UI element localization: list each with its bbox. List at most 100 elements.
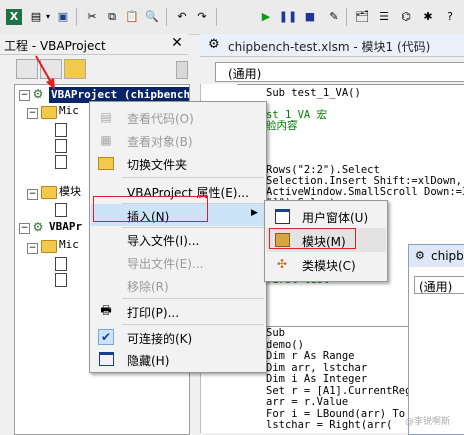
userform-icon <box>274 208 290 224</box>
object-combobox[interactable]: (通用) <box>215 62 464 82</box>
design-mode-icon[interactable]: ✎ <box>326 9 342 25</box>
sheet-icon <box>55 273 67 287</box>
project-panel-titlebar: 工程 - VBAProject <box>0 34 188 55</box>
context-menu: ▤ 查看代码(O) ▦ 查看对象(B) 切换文件夹 VBAProject 属性(… <box>89 101 267 373</box>
menu-item-view-code[interactable]: ▤ 查看代码(O) <box>91 106 265 128</box>
class-module-icon: ✣ <box>276 257 288 271</box>
view-object-icon: ▦ <box>100 133 112 147</box>
menu-separator <box>122 298 264 299</box>
project-panel-toolbar <box>0 55 188 83</box>
folder-icon <box>98 155 114 171</box>
toolbar-divider <box>166 8 167 26</box>
folder-icon <box>41 106 57 119</box>
object-browser-icon[interactable]: ⌬ <box>398 9 414 25</box>
cut-icon[interactable]: ✂ <box>84 9 100 25</box>
run-icon[interactable]: ▶ <box>258 9 274 25</box>
submenu-arrow-icon: ▶ <box>251 208 258 218</box>
object-combobox-value: (通用) <box>228 67 262 81</box>
menu-separator <box>122 177 264 178</box>
paste-icon[interactable]: 📋 <box>124 9 140 25</box>
reset-icon[interactable]: ■ <box>302 9 318 25</box>
chevron-down-icon[interactable]: ▾ <box>40 9 56 25</box>
submenu-item-class-module[interactable]: ✣ 类模块(C) <box>266 252 386 276</box>
menu-item-import-file[interactable]: 导入文件(I)... <box>91 228 265 250</box>
vba-project-icon: ⚙ <box>32 220 44 234</box>
menu-separator <box>122 324 264 325</box>
toolbar-divider <box>346 8 347 26</box>
break-icon[interactable]: ❚❚ <box>279 9 297 25</box>
print-icon: 🖶 <box>100 302 112 317</box>
project-panel-title: 工程 - VBAProject <box>4 39 106 53</box>
code-line[interactable]: Set r = [A1].CurrentReg <box>266 385 411 397</box>
collapse-toggle[interactable]: − <box>27 108 38 119</box>
save-icon[interactable]: ▣ <box>55 9 71 25</box>
check-icon: ✔ <box>98 329 114 345</box>
second-code-window[interactable] <box>408 244 464 435</box>
collapse-toggle[interactable]: − <box>27 243 38 254</box>
module-highlight-box <box>269 228 356 249</box>
menu-item-remove[interactable]: 移除(R) <box>91 274 265 296</box>
tree-node-modules[interactable]: 模块 <box>59 184 81 200</box>
view-code-icon: ▤ <box>100 110 112 124</box>
watermark-text: @李锐啊斯 <box>405 417 451 427</box>
standard-toolbar: X ▤ ▾ ▣ ✂ ⧉ 📋 🔍 ↶ ↷ ▶ ❚❚ ■ ✎ 🗂 ☰ ⌬ ✱ ? <box>0 0 464 35</box>
copy-icon[interactable]: ⧉ <box>104 9 120 25</box>
toolbar-divider <box>76 8 77 26</box>
code-line[interactable]: lstchar = Right(arr( <box>266 420 392 431</box>
folder-icon <box>41 186 57 199</box>
tree-node-microsoft-objects[interactable]: Mic <box>59 103 79 119</box>
second-object-combobox-value: (通用) <box>419 280 453 294</box>
menu-item-export-file[interactable]: 导出文件(E)... <box>91 251 265 273</box>
second-object-combobox[interactable]: (通用) <box>414 276 464 294</box>
menu-item-hide[interactable]: 隐藏(H) <box>91 348 265 370</box>
module-icon <box>55 203 67 217</box>
undo-icon[interactable]: ↶ <box>174 9 190 25</box>
code-window-title: chipbench-test.xlsm - 模块1 (代码) <box>228 40 431 54</box>
project-explorer-icon[interactable]: 🗂 <box>354 9 370 25</box>
sheet-icon <box>55 257 67 271</box>
code-line[interactable]: 验内容 <box>266 121 298 132</box>
toolbar-divider <box>216 8 217 26</box>
code-line[interactable]: Dim r As Range <box>266 351 355 362</box>
second-code-window-titlebar: ⚙ chipb <box>409 245 464 267</box>
vba-project-icon: ⚙ <box>32 87 44 101</box>
view-object-button[interactable] <box>40 59 62 79</box>
close-icon[interactable]: ✕ <box>170 36 184 50</box>
help-icon[interactable]: ? <box>442 9 458 25</box>
code-line[interactable]: arr = r.Value <box>266 397 348 408</box>
redo-icon[interactable]: ↷ <box>194 9 210 25</box>
code-line[interactable]: Dim i As Integer <box>266 374 367 385</box>
find-icon[interactable]: 🔍 <box>144 9 160 25</box>
second-code-window-title: chipb <box>431 249 464 263</box>
tree-node-vbaproject-2[interactable]: VBAPr <box>49 219 82 235</box>
toggle-folders-button[interactable] <box>64 59 86 79</box>
procedure-separator <box>237 84 464 85</box>
code-line[interactable]: Dim arr, lstchar <box>266 362 367 374</box>
code-line[interactable]: demo() <box>266 339 304 351</box>
code-window-icon: ⚙ <box>208 37 220 52</box>
toolbox-icon[interactable]: ✱ <box>420 9 436 25</box>
code-line[interactable]: Sub <box>266 328 285 339</box>
scroll-button[interactable] <box>176 61 188 79</box>
menu-item-view-object[interactable]: ▦ 查看对象(B) <box>91 129 265 151</box>
menu-item-dockable[interactable]: ✔ 可连接的(K) <box>91 326 265 348</box>
collapse-toggle[interactable]: − <box>27 189 38 200</box>
tree-node-microsoft-objects-2[interactable]: Mic <box>59 237 79 253</box>
collapse-toggle[interactable]: − <box>19 223 30 234</box>
code-line[interactable]: Sub test_1_VA() <box>266 88 361 99</box>
sheet-icon <box>55 155 67 169</box>
code-line[interactable]: For i = LBound(arr) To <box>266 408 405 420</box>
menu-item-print[interactable]: 🖶 打印(P)... <box>91 300 265 322</box>
hide-icon <box>98 351 114 367</box>
code-window-icon: ⚙ <box>415 249 425 262</box>
sheet-icon <box>55 139 67 153</box>
collapse-toggle[interactable]: − <box>19 90 30 101</box>
insert-highlight-box <box>93 196 208 222</box>
code-window-titlebar: ⚙ chipbench-test.xlsm - 模块1 (代码) <box>200 34 464 57</box>
submenu-item-userform[interactable]: 用户窗体(U) <box>266 204 386 228</box>
properties-icon[interactable]: ☰ <box>376 9 392 25</box>
menu-item-toggle-folders[interactable]: 切换文件夹 <box>91 152 265 174</box>
excel-icon[interactable]: X <box>6 9 22 25</box>
view-code-button[interactable] <box>16 59 38 79</box>
sheet-icon <box>55 123 67 137</box>
